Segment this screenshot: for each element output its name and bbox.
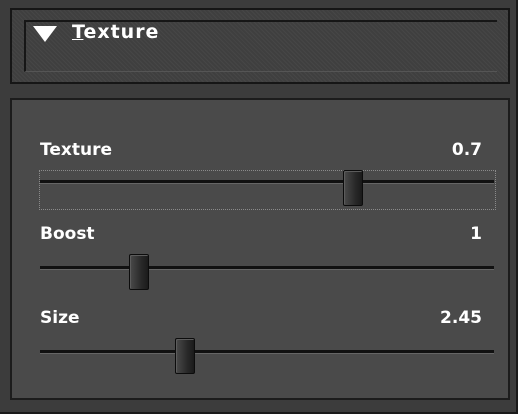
boost-slider-track[interactable]	[40, 266, 494, 270]
boost-slider-thumb[interactable]	[129, 254, 149, 290]
boost-label: Boost	[40, 224, 95, 244]
texture-label: Texture	[40, 140, 112, 160]
size-slider-track[interactable]	[40, 350, 494, 354]
texture-slider-focus-ring	[39, 170, 496, 210]
texture-slider-track[interactable]	[40, 180, 494, 184]
texture-panel: Texture Texture 0.7 Boost 1 Size 2.45	[0, 0, 518, 414]
section-title-rest: exture	[83, 21, 160, 43]
size-slider-thumb[interactable]	[175, 338, 195, 374]
size-label: Size	[40, 308, 80, 328]
size-value: 2.45	[440, 308, 482, 328]
section-header[interactable]: Texture	[10, 8, 510, 84]
texture-value: 0.7	[451, 140, 482, 160]
section-title-mnemonic: T	[72, 21, 84, 43]
section-title[interactable]: Texture	[72, 21, 159, 43]
disclosure-triangle-down-icon[interactable]	[33, 26, 57, 42]
boost-value: 1	[470, 224, 482, 244]
texture-slider-thumb[interactable]	[343, 170, 363, 206]
slider-content: Texture 0.7 Boost 1 Size 2.45	[10, 98, 510, 400]
